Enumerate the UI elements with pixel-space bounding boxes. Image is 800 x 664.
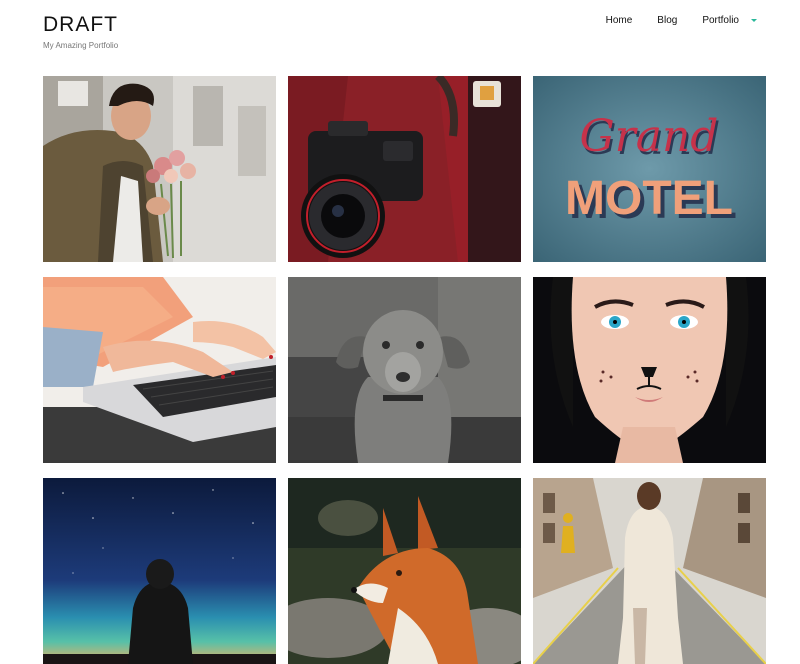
- photo-laptop-typing: [43, 277, 276, 463]
- nav-portfolio-dropdown[interactable]: Portfolio: [702, 15, 757, 26]
- sign-text-motel: MOTEL: [565, 172, 733, 225]
- photo-puppy: [288, 277, 521, 463]
- photo-man-with-flowers: [43, 76, 276, 262]
- portfolio-item-laptop-typing[interactable]: [43, 277, 276, 463]
- main-nav: Home Blog Portfolio: [606, 15, 757, 26]
- photo-fox: [288, 478, 521, 664]
- portfolio-item-fox[interactable]: [288, 478, 521, 664]
- nav-home-link[interactable]: Home: [606, 15, 633, 26]
- portfolio-grid: Grand Grand MOTEL MOTEL: [43, 76, 766, 664]
- nav-portfolio-link[interactable]: Portfolio: [702, 15, 739, 26]
- sign-text-grand: Grand: [580, 111, 719, 162]
- photo-grand-motel-sign: Grand Grand MOTEL MOTEL: [533, 76, 766, 262]
- portfolio-item-man-with-flowers[interactable]: [43, 76, 276, 262]
- portfolio-item-aurora-night-sky[interactable]: [43, 478, 276, 664]
- site-header: DRAFT My Amazing Portfolio Home Blog Por…: [0, 0, 800, 76]
- photo-woman-street: [533, 478, 766, 664]
- chevron-down-icon[interactable]: [751, 19, 757, 22]
- portfolio-item-grand-motel[interactable]: Grand Grand MOTEL MOTEL: [533, 76, 766, 262]
- nav-blog-link[interactable]: Blog: [657, 15, 677, 26]
- portfolio-item-camera[interactable]: [288, 76, 521, 262]
- portfolio-item-woman-cat-makeup[interactable]: [533, 277, 766, 463]
- photo-woman-cat-makeup: [533, 277, 766, 463]
- site-tagline: My Amazing Portfolio: [43, 41, 119, 50]
- site-title[interactable]: DRAFT: [43, 12, 118, 38]
- portfolio-item-puppy[interactable]: [288, 277, 521, 463]
- photo-camera: [288, 76, 521, 262]
- photo-aurora-night-sky: [43, 478, 276, 664]
- portfolio-item-woman-street[interactable]: [533, 478, 766, 664]
- brand: DRAFT My Amazing Portfolio: [43, 12, 118, 52]
